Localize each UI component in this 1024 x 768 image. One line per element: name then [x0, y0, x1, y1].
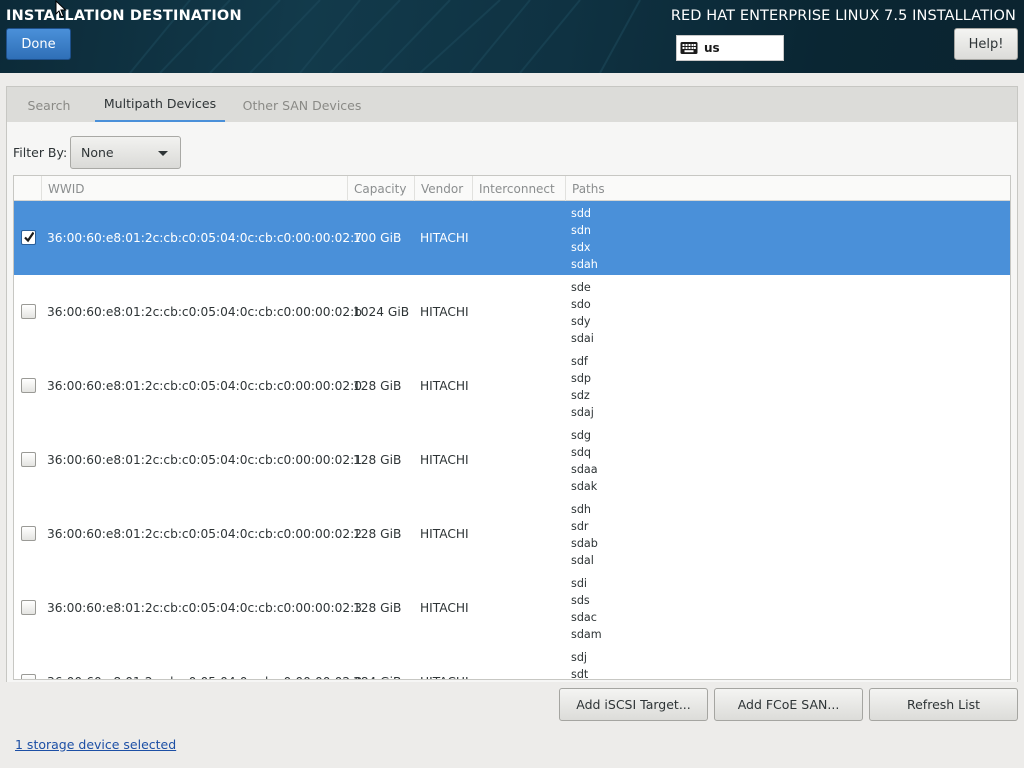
chevron-down-icon [158, 151, 168, 156]
column-header-wwid[interactable]: WWID [42, 176, 348, 201]
filter-dropdown-value: None [81, 145, 114, 160]
row-capacity: 128 GiB [353, 601, 402, 615]
row-capacity: 384 GiB [353, 675, 401, 679]
row-wwid: 36:00:60:e8:01:2c:cb:c0:05:04:0c:cb:c0:0… [47, 379, 362, 393]
row-paths: sde sdo sdy sdai [571, 281, 594, 345]
tab-multipath-devices[interactable]: Multipath Devices [95, 87, 225, 123]
row-paths: sdi sds sdac sdam [571, 577, 602, 641]
row-checkbox[interactable] [21, 674, 36, 679]
table-row[interactable]: 36:00:60:e8:01:2c:cb:c0:05:04:0c:cb:c0:0… [14, 201, 1010, 275]
filter-dropdown[interactable]: None [70, 136, 181, 169]
keyboard-layout-label: us [704, 41, 720, 55]
add-iscsi-target-button[interactable]: Add iSCSI Target... [559, 688, 708, 721]
product-title: RED HAT ENTERPRISE LINUX 7.5 INSTALLATIO… [670, 8, 1016, 24]
row-paths: sdj sdt [571, 651, 589, 680]
column-header-interconnect[interactable]: Interconnect [473, 176, 566, 201]
row-wwid: 36:00:60:e8:01:2c:cb:c0:05:04:0c:cb:c0:0… [47, 601, 362, 615]
row-vendor: HITACHI [420, 675, 469, 679]
row-capacity: 128 GiB [353, 453, 402, 467]
row-capacity: 1024 GiB [353, 305, 410, 319]
column-header-vendor[interactable]: Vendor [415, 176, 473, 201]
table-row[interactable]: 36:00:60:e8:01:2c:cb:c0:05:04:0c:cb:c0:0… [14, 571, 1010, 645]
row-paths: sdd sdn sdx sdah [571, 207, 598, 271]
table-row[interactable]: 36:00:60:e8:01:2c:cb:c0:05:04:0c:cb:c0:0… [14, 497, 1010, 571]
column-header-capacity[interactable]: Capacity [348, 176, 415, 201]
row-checkbox[interactable] [21, 378, 36, 393]
row-checkbox[interactable] [21, 600, 36, 615]
table-row[interactable]: 36:00:60:e8:01:2c:cb:c0:05:04:0c:cb:c0:0… [14, 645, 1010, 680]
add-fcoe-san-button[interactable]: Add FCoE SAN... [714, 688, 863, 721]
row-paths: sdh sdr sdab sdal [571, 503, 598, 567]
row-capacity: 128 GiB [353, 527, 402, 541]
row-vendor: HITACHI [420, 379, 469, 393]
check-icon [24, 231, 34, 243]
row-checkbox[interactable] [21, 304, 36, 319]
header-bar: INSTALLATION DESTINATION RED HAT ENTERPR… [0, 0, 1024, 73]
row-wwid: 36:00:60:e8:01:2c:cb:c0:05:04:0c:cb:c0:0… [47, 305, 362, 319]
table-row[interactable]: 36:00:60:e8:01:2c:cb:c0:05:04:0c:cb:c0:0… [14, 275, 1010, 349]
keyboard-layout-indicator[interactable]: us [676, 35, 784, 61]
page-title: INSTALLATION DESTINATION [6, 8, 242, 24]
row-capacity: 128 GiB [353, 379, 402, 393]
table-row[interactable]: 36:00:60:e8:01:2c:cb:c0:05:04:0c:cb:c0:0… [14, 349, 1010, 423]
column-header-paths[interactable]: Paths [566, 176, 1010, 201]
row-vendor: HITACHI [420, 527, 469, 541]
row-vendor: HITACHI [420, 305, 469, 319]
mouse-pointer-icon [55, 0, 67, 18]
table-body: 36:00:60:e8:01:2c:cb:c0:05:04:0c:cb:c0:0… [14, 201, 1010, 680]
row-wwid: 36:00:60:e8:01:2c:cb:c0:05:04:0c:cb:c0:0… [47, 675, 362, 679]
table-row[interactable]: 36:00:60:e8:01:2c:cb:c0:05:04:0c:cb:c0:0… [14, 423, 1010, 497]
row-vendor: HITACHI [420, 453, 469, 467]
refresh-list-button[interactable]: Refresh List [869, 688, 1018, 721]
row-vendor: HITACHI [420, 601, 469, 615]
row-paths: sdg sdq sdaa sdak [571, 429, 598, 493]
device-table: WWID Capacity Vendor Interconnect Paths … [13, 175, 1011, 680]
row-checkbox[interactable] [21, 452, 36, 467]
table-header: WWID Capacity Vendor Interconnect Paths [14, 176, 1010, 201]
storage-selection-summary-link[interactable]: 1 storage device selected [15, 737, 176, 752]
help-button[interactable]: Help! [954, 28, 1018, 60]
done-button[interactable]: Done [6, 28, 71, 60]
row-checkbox[interactable] [21, 526, 36, 541]
row-wwid: 36:00:60:e8:01:2c:cb:c0:05:04:0c:cb:c0:0… [47, 453, 362, 467]
tab-search[interactable]: Search [21, 87, 77, 123]
tab-bar: Search Multipath Devices Other SAN Devic… [6, 86, 1018, 123]
row-vendor: HITACHI [420, 231, 469, 245]
column-header-select[interactable] [14, 176, 42, 201]
tab-other-san-devices[interactable]: Other SAN Devices [237, 87, 367, 123]
row-capacity: 100 GiB [353, 231, 402, 245]
row-wwid: 36:00:60:e8:01:2c:cb:c0:05:04:0c:cb:c0:0… [47, 231, 362, 245]
row-wwid: 36:00:60:e8:01:2c:cb:c0:05:04:0c:cb:c0:0… [47, 527, 362, 541]
filter-label: Filter By: [13, 145, 68, 160]
keyboard-icon [680, 42, 698, 54]
row-checkbox[interactable] [21, 230, 36, 245]
row-paths: sdf sdp sdz sdaj [571, 355, 594, 419]
